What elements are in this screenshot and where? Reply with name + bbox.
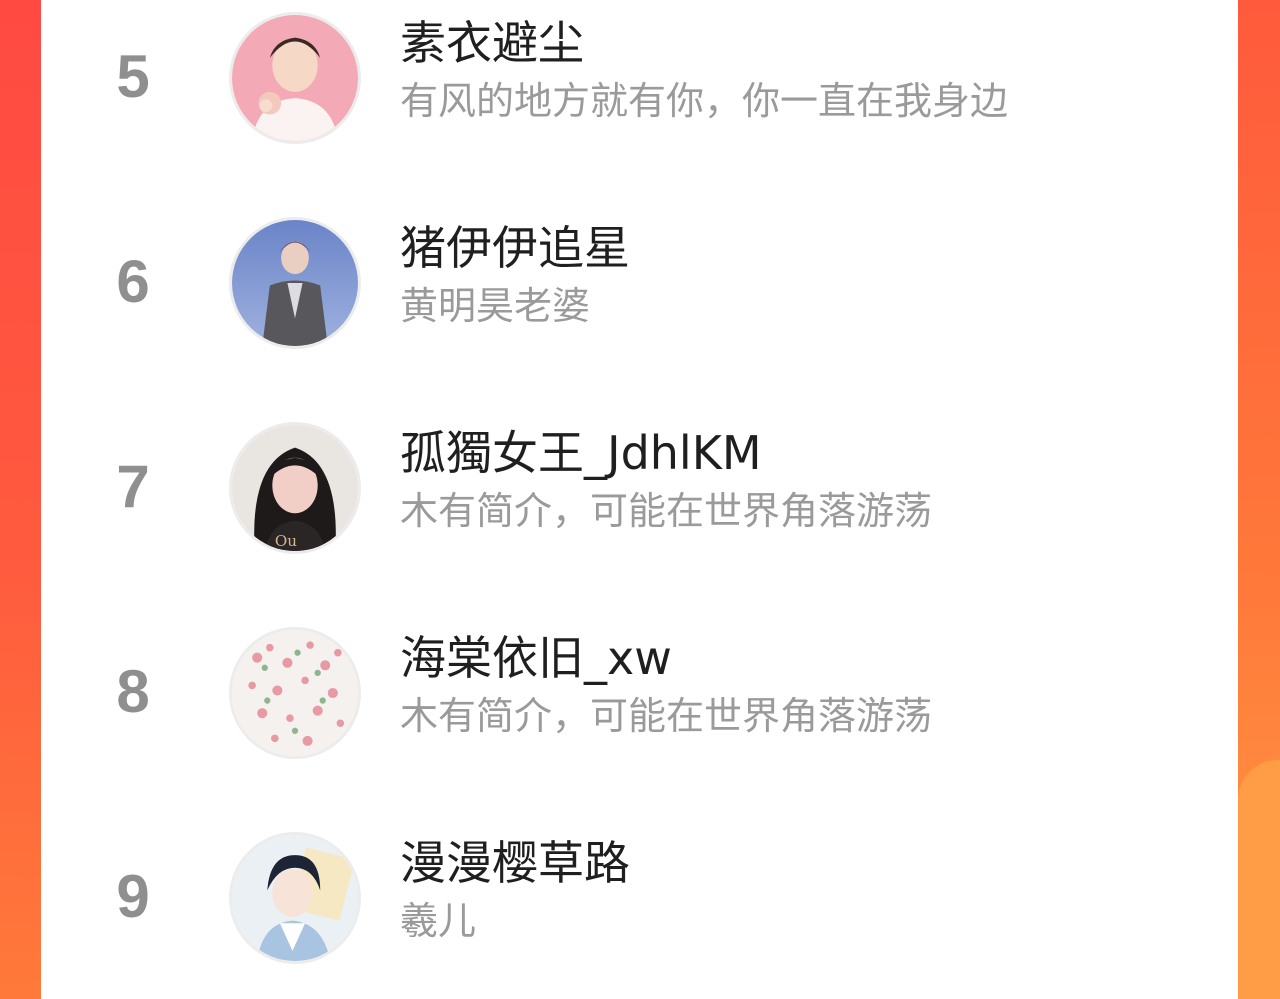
user-name[interactable]: 猪伊伊追星 (400, 219, 630, 277)
user-name[interactable]: 素衣避尘 (400, 14, 584, 72)
user-avatar[interactable] (229, 832, 361, 964)
rank-number: 8 (116, 658, 150, 725)
user-avatar[interactable] (229, 12, 361, 144)
avatar-pink-portrait-icon (232, 15, 358, 141)
rank-number: 6 (116, 248, 150, 315)
user-avatar[interactable] (229, 217, 361, 349)
user-bio: 羲儿 (400, 899, 477, 943)
user-name[interactable]: 漫漫樱草路 (400, 834, 630, 892)
list-item[interactable]: 8 海棠依旧_xw 木有简介，可能在世界角落游荡 (41, 615, 1238, 820)
user-avatar[interactable] (229, 627, 361, 759)
avatar-blossom-flowers-icon (232, 630, 358, 756)
user-bio: 有风的地方就有你，你一直在我身边 (400, 79, 1009, 123)
avatar-stage-portrait-icon (232, 220, 358, 346)
rank-number: 9 (116, 863, 150, 930)
right-background-gradient (1238, 0, 1280, 999)
avatar-anime-character-icon (232, 835, 358, 961)
svg-text:Ou: Ou (275, 532, 297, 550)
avatar-selfie-portrait-icon: Ou (232, 425, 358, 551)
right-background-shape (1238, 760, 1280, 999)
user-bio: 黄明昊老婆 (400, 284, 591, 328)
list-item[interactable]: 6 猪伊伊追星 黄明昊老婆 (41, 205, 1238, 410)
user-name[interactable]: 海棠依旧_xw (400, 629, 672, 687)
list-item[interactable]: 9 漫漫樱草路 羲儿 (41, 820, 1238, 999)
rank-number: 5 (116, 43, 150, 110)
user-name[interactable]: 孤獨女王_JdhlKM (400, 424, 762, 482)
user-bio: 木有简介，可能在世界角落游荡 (400, 489, 933, 533)
ranking-list-panel: 5 素衣避尘 有风的地方就有你，你一直在我身边 6 猪伊伊追星 黄明昊老婆 7 … (41, 0, 1238, 999)
user-avatar[interactable]: Ou (229, 422, 361, 554)
user-bio: 木有简介，可能在世界角落游荡 (400, 694, 933, 738)
list-item[interactable]: 7 Ou 孤獨女王_JdhlKM 木有简介，可能在世界角落游荡 (41, 410, 1238, 615)
rank-number: 7 (116, 453, 150, 520)
list-item[interactable]: 5 素衣避尘 有风的地方就有你，你一直在我身边 (41, 0, 1238, 205)
